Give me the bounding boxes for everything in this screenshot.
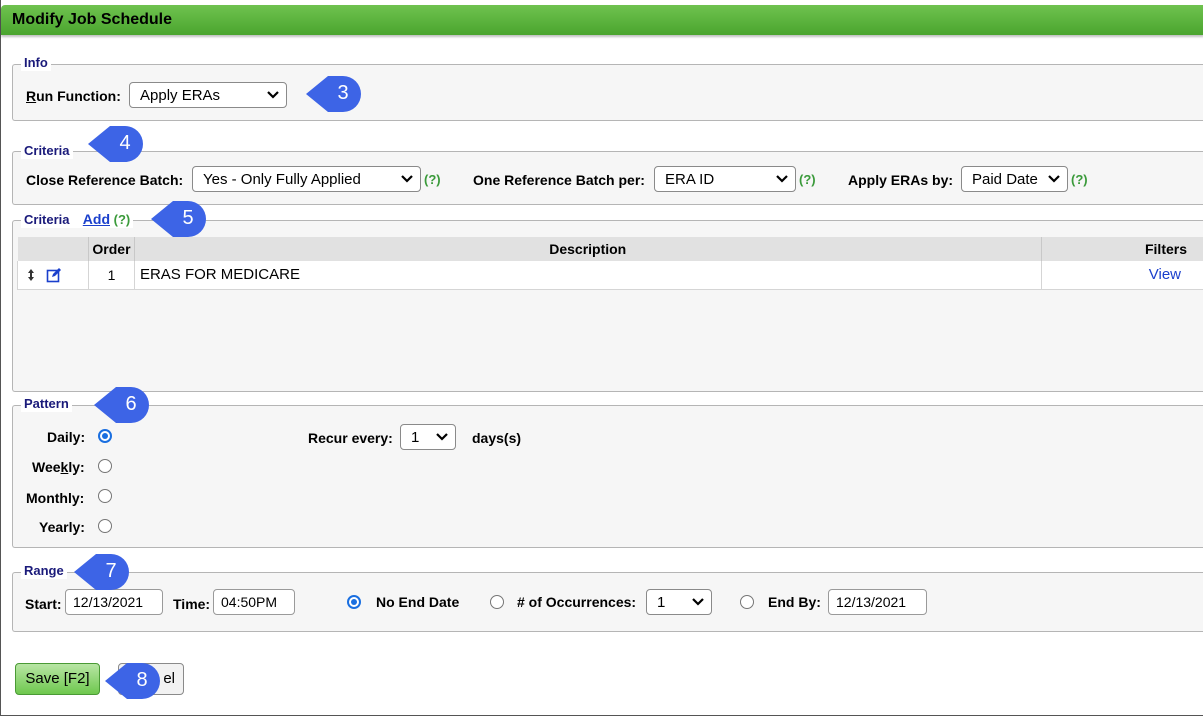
close-reference-help[interactable]: (?) [424, 172, 441, 187]
apply-eras-by-select[interactable]: Paid Date [961, 166, 1068, 192]
criteria-table-header: Order Description Filters [17, 237, 1203, 261]
cancel-button-label: el [163, 670, 175, 687]
range-legend: Range [21, 563, 67, 579]
edit-icon[interactable] [46, 267, 62, 283]
occurrences-select[interactable]: 1 [646, 589, 712, 615]
end-by-radio[interactable] [740, 595, 754, 609]
save-button[interactable]: Save [F2] [15, 663, 100, 695]
callout-6: 6 [94, 386, 150, 424]
monthly-label: Monthly: [26, 490, 85, 506]
column-header-actions [17, 237, 89, 261]
start-label: Start: [25, 596, 62, 612]
criteria-list-legend: Criteria Add (?) [21, 211, 134, 228]
info-legend: Info [21, 55, 51, 71]
daily-radio[interactable] [98, 429, 112, 443]
view-filters-link[interactable]: View [1149, 266, 1181, 283]
row-order-cell: 1 [88, 261, 135, 290]
recur-unit-label: days(s) [472, 430, 522, 446]
criteria-options-section: Criteria Close Reference Batch: Yes - On… [12, 143, 1203, 205]
row-filters-cell: View [1041, 261, 1203, 290]
callout-8: 8 [105, 662, 161, 700]
column-header-order: Order [88, 237, 135, 261]
recur-every-select[interactable]: 1 [400, 424, 456, 450]
add-criteria-link[interactable]: Add [83, 211, 110, 227]
recur-every-label: Recur every: [308, 430, 393, 446]
run-function-label: Run Function: [26, 88, 121, 104]
callout-3: 3 [306, 75, 362, 113]
range-section: Range Start: 12/13/2021 Time: 04:50PM No… [12, 563, 1203, 632]
close-reference-batch-select[interactable]: Yes - Only Fully Applied [192, 166, 421, 192]
criteria-list-legend-text: Criteria [24, 212, 70, 227]
apply-eras-by-label: Apply ERAs by: [848, 172, 954, 188]
drag-handle-icon[interactable] [26, 268, 36, 282]
pattern-section: Pattern Daily: Weekly: Monthly: Yearly: … [12, 396, 1203, 548]
row-actions-cell [17, 261, 89, 290]
page-title: Modify Job Schedule [1, 5, 1203, 35]
chevron-down-icon [692, 598, 704, 606]
weekly-radio[interactable] [98, 459, 112, 473]
occurrences-value: 1 [657, 594, 666, 611]
criteria-list-section: Criteria Add (?) Order Description Filte… [12, 211, 1203, 392]
pattern-legend: Pattern [21, 396, 72, 412]
callout-5: 5 [151, 200, 207, 238]
callout-7: 7 [74, 553, 130, 591]
apply-eras-help[interactable]: (?) [1071, 172, 1088, 187]
run-function-value: Apply ERAs [140, 87, 221, 104]
row-description-cell: ERAS FOR MEDICARE [134, 261, 1042, 290]
close-reference-batch-value: Yes - Only Fully Applied [203, 171, 361, 188]
column-header-description: Description [134, 237, 1042, 261]
time-input[interactable]: 04:50PM [213, 589, 295, 615]
occurrences-label: # of Occurrences: [517, 594, 637, 610]
column-header-filters: Filters [1041, 237, 1203, 261]
run-function-select[interactable]: Apply ERAs [129, 82, 287, 108]
criteria-legend: Criteria [21, 143, 73, 159]
chevron-down-icon [1048, 175, 1060, 183]
add-criteria-help[interactable]: (?) [114, 212, 131, 227]
info-section: Info Run Function: Apply ERAs [12, 55, 1203, 121]
chevron-down-icon [776, 175, 788, 183]
yearly-radio[interactable] [98, 519, 112, 533]
table-row: 1 ERAS FOR MEDICARE View [17, 261, 1203, 290]
time-label: Time: [173, 596, 211, 612]
apply-eras-by-value: Paid Date [972, 171, 1038, 188]
no-end-date-radio[interactable] [347, 595, 361, 609]
close-reference-batch-label: Close Reference Batch: [26, 172, 184, 188]
one-reference-help[interactable]: (?) [799, 172, 816, 187]
callout-4: 4 [88, 125, 144, 163]
chevron-down-icon [267, 91, 279, 99]
chevron-down-icon [401, 175, 413, 183]
end-by-label: End By: [768, 594, 821, 610]
recur-every-value: 1 [411, 429, 420, 446]
criteria-table: Order Description Filters 1 ERAS FOR MED… [17, 237, 1203, 290]
chevron-down-icon [436, 433, 448, 441]
yearly-label: Yearly: [39, 519, 85, 535]
weekly-label: Weekly: [32, 459, 85, 475]
one-reference-batch-label: One Reference Batch per: [473, 172, 645, 188]
monthly-radio[interactable] [98, 489, 112, 503]
occurrences-radio[interactable] [490, 595, 504, 609]
daily-label: Daily: [47, 429, 86, 445]
start-date-input[interactable]: 12/13/2021 [65, 589, 163, 615]
no-end-date-label: No End Date [376, 594, 460, 610]
one-reference-batch-value: ERA ID [665, 171, 715, 188]
end-by-date-input[interactable]: 12/13/2021 [828, 589, 927, 615]
window-frame: Modify Job Schedule Info Run Function: A… [0, 0, 1203, 716]
one-reference-batch-select[interactable]: ERA ID [654, 166, 796, 192]
